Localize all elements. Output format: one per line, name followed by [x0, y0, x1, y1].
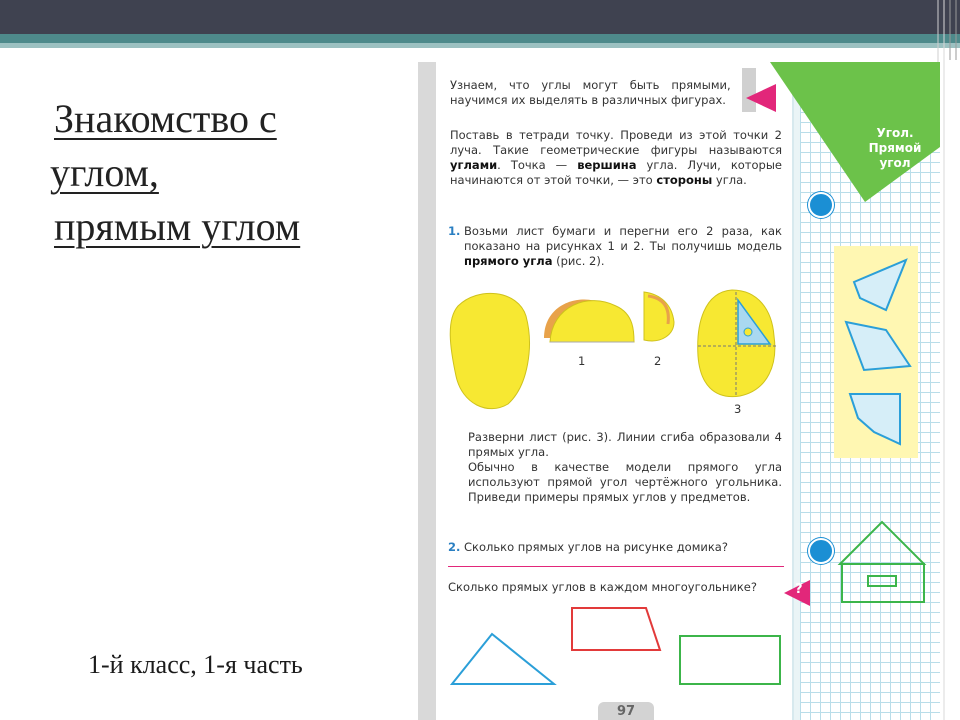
question-divider — [448, 566, 784, 567]
task2-number: 2. — [448, 540, 460, 555]
topic-tag-line-1: Угол. — [876, 126, 914, 140]
title-line-1: Знакомство с — [54, 96, 277, 141]
definition-part-b: . Точка — — [497, 158, 578, 172]
globe-icon[interactable] — [808, 192, 834, 218]
polygon-figures — [449, 607, 781, 685]
term-angles: углами — [450, 158, 498, 172]
model-text: Обычно в качестве модели прямого угла ис… — [468, 460, 782, 504]
paper-sheet — [449, 292, 530, 410]
globe-icon-2[interactable] — [808, 538, 834, 564]
top-bar-accent-light — [0, 43, 960, 48]
topic-tag-text: Угол. Прямой угол — [858, 126, 932, 171]
title-line-2: углом, — [50, 150, 159, 195]
slide-subtitle: 1-й класс, 1-я часть — [88, 650, 303, 679]
title-line-3: прямым углом — [54, 204, 301, 249]
task1-number: 1. — [448, 224, 460, 239]
question-text: Сколько прямых углов в каждом многоуголь… — [448, 580, 757, 594]
task1-part-b: (рис. 2). — [552, 254, 605, 268]
page-number: 97 — [598, 702, 654, 720]
term-sides: стороны — [656, 173, 713, 187]
paper-fold-figures — [449, 289, 776, 410]
figure-3-label: 3 — [734, 402, 742, 416]
definition-part-d: угла. — [712, 173, 747, 187]
figure-2-label: 2 — [654, 354, 662, 368]
task1-text: Возьми лист бумаги и перегни его 2 раза,… — [464, 224, 782, 269]
pink-arrow-icon — [746, 84, 776, 112]
figure-1-label: 1 — [578, 354, 586, 368]
task2-num: 2. — [448, 540, 461, 554]
top-bar — [0, 0, 960, 34]
page-binding-edge — [418, 62, 436, 720]
task1-num: 1. — [448, 224, 461, 238]
definition-text: Поставь в тетради точку. Проведи из этой… — [450, 128, 782, 188]
task1-part-a: Возьми лист бумаги и перегни его 2 раза,… — [464, 224, 782, 253]
intro-text: Узнаем, что углы могут быть прямыми, и н… — [450, 78, 750, 107]
unfold-text: Разверни лист (рис. 3). Линии сгиба обра… — [468, 430, 782, 459]
term-vertex: вершина — [577, 158, 637, 172]
house-drawing — [837, 520, 927, 603]
definition-part-a: Поставь в тетради точку. Проведи из этой… — [450, 128, 782, 157]
quadrilateral-shape — [571, 607, 662, 651]
textbook-page: Угол. Прямой угол Узнаем, что углы могут… — [418, 62, 940, 720]
rectangle-shape — [679, 635, 781, 685]
top-bar-accent — [0, 34, 960, 43]
term-right-angle: прямого угла — [464, 254, 553, 268]
slide-title: Знакомство с углом, прямым углом — [50, 92, 390, 254]
task2-text: Сколько прямых углов на рисунке домика? — [464, 540, 728, 554]
question-mark: ? — [795, 582, 803, 597]
topic-tag-line-2: Прямой угол — [868, 141, 922, 170]
torn-paper-figures — [844, 258, 912, 446]
triangle-shape — [449, 632, 557, 685]
